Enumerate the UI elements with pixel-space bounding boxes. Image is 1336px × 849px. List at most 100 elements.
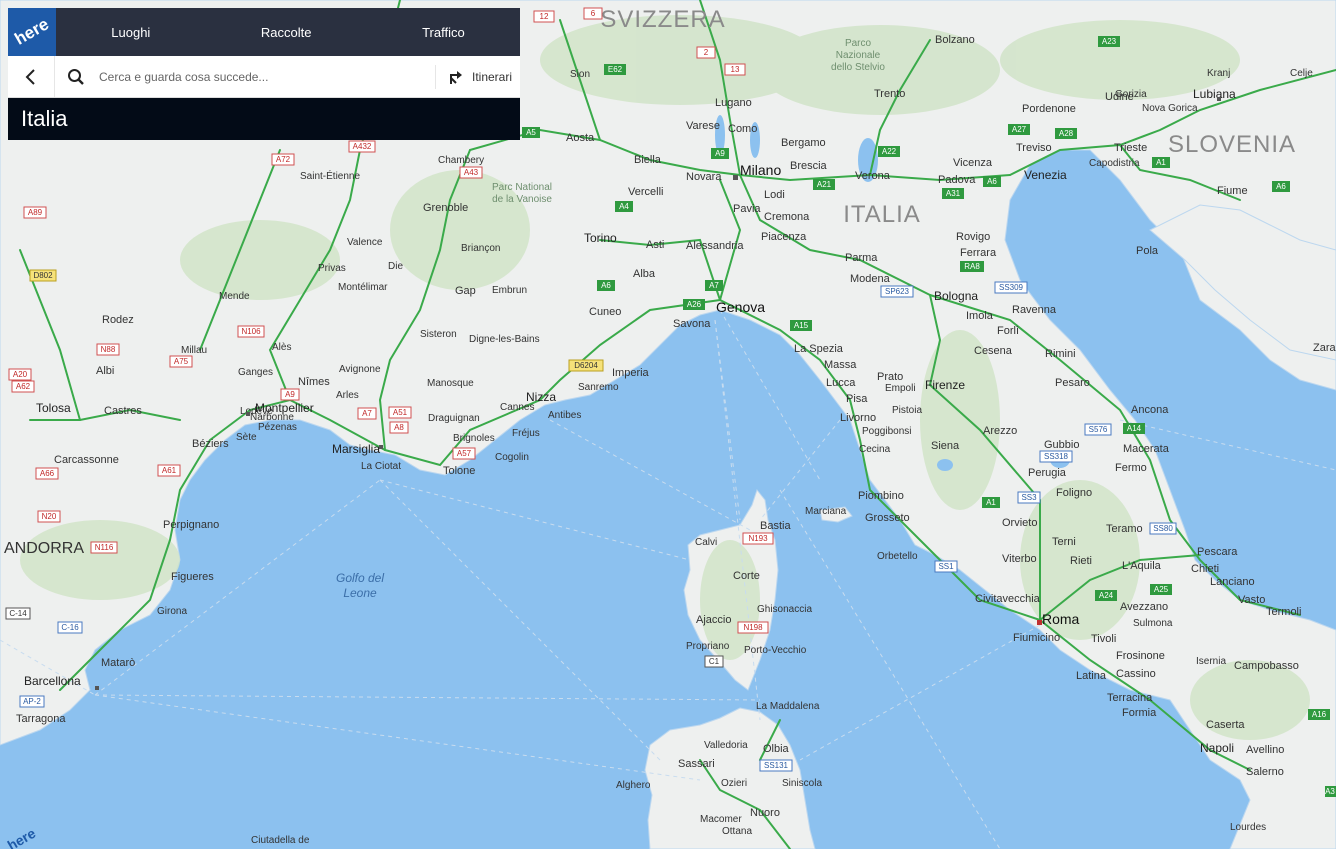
svg-text:Draguignan: Draguignan xyxy=(428,413,480,424)
badge-a28: A28 xyxy=(1055,128,1077,139)
svg-text:Ghisonaccia: Ghisonaccia xyxy=(757,604,812,615)
badge-a72: A72 xyxy=(271,153,295,166)
chevron-left-icon xyxy=(25,68,35,85)
routes-button[interactable]: Itinerari xyxy=(434,64,520,89)
badge-13: 13 xyxy=(724,63,746,76)
svg-text:Lourdes: Lourdes xyxy=(1230,822,1266,833)
svg-text:A15: A15 xyxy=(794,321,809,330)
svg-text:Vasto: Vasto xyxy=(1238,594,1265,606)
svg-text:La Spezia: La Spezia xyxy=(794,343,844,355)
svg-text:Savona: Savona xyxy=(673,318,711,330)
svg-text:Sisteron: Sisteron xyxy=(420,329,457,340)
nav-tab-traffico[interactable]: Traffico xyxy=(422,25,465,40)
top-navigation: here Luoghi Raccolte Traffico xyxy=(8,8,520,56)
svg-text:Gubbio: Gubbio xyxy=(1044,439,1079,451)
svg-text:Propriano: Propriano xyxy=(686,641,730,652)
badge-ss3: SS3 xyxy=(1017,491,1041,504)
svg-text:Imola: Imola xyxy=(966,310,994,322)
badge-s576: S576 xyxy=(1084,423,1112,436)
svg-text:Sulmona: Sulmona xyxy=(1133,618,1173,629)
svg-text:Poggibonsi: Poggibonsi xyxy=(862,426,911,437)
svg-text:Ancona: Ancona xyxy=(1131,404,1169,416)
svg-text:SS3: SS3 xyxy=(1021,493,1037,502)
badge-a7fr: A7 xyxy=(357,407,377,420)
svg-text:Avignone: Avignone xyxy=(339,364,381,375)
badge-a20: A20 xyxy=(8,368,32,381)
badge-a31: A31 xyxy=(942,188,964,199)
svg-text:Pisa: Pisa xyxy=(846,393,868,405)
svg-text:L'Aquila: L'Aquila xyxy=(1122,560,1162,572)
svg-text:Isernia: Isernia xyxy=(1196,656,1226,667)
svg-text:Venezia: Venezia xyxy=(1024,168,1067,182)
svg-text:Forlì: Forlì xyxy=(997,325,1019,337)
sea-label-line1: Golfo del xyxy=(336,571,384,585)
svg-text:Prato: Prato xyxy=(877,371,903,383)
svg-text:Olbia: Olbia xyxy=(763,743,790,755)
svg-text:Narbonne: Narbonne xyxy=(250,412,294,423)
badge-ss318: SS318 xyxy=(1039,450,1073,463)
svg-text:N198: N198 xyxy=(743,623,763,632)
svg-text:A57: A57 xyxy=(457,449,472,458)
svg-text:A8: A8 xyxy=(394,423,404,432)
svg-text:Livorno: Livorno xyxy=(840,412,876,424)
badge-ra8: RA8 xyxy=(960,261,984,272)
svg-text:Tolosa: Tolosa xyxy=(36,401,71,415)
svg-text:Rieti: Rieti xyxy=(1070,555,1092,567)
svg-text:Alès: Alès xyxy=(272,342,291,353)
svg-text:Rodez: Rodez xyxy=(102,314,134,326)
badge-a51: A51 xyxy=(388,406,412,419)
svg-text:Trento: Trento xyxy=(874,88,905,100)
svg-text:Vicenza: Vicenza xyxy=(953,157,993,169)
svg-text:Cogolin: Cogolin xyxy=(495,452,529,463)
country-label-slovenia: SLOVENIA xyxy=(1168,131,1296,158)
svg-text:A3: A3 xyxy=(1325,787,1335,796)
back-button[interactable] xyxy=(8,56,55,97)
badge-a3: A3 xyxy=(1325,786,1336,797)
svg-text:Parma: Parma xyxy=(845,252,878,264)
badge-a5: A5 xyxy=(522,127,540,138)
badge-a16: A16 xyxy=(1308,709,1330,720)
svg-text:Orbetello: Orbetello xyxy=(877,551,918,562)
svg-text:C1: C1 xyxy=(709,657,720,666)
badge-a43: A43 xyxy=(459,166,483,179)
svg-text:Piombino: Piombino xyxy=(858,490,904,502)
svg-text:Gorizia: Gorizia xyxy=(1115,89,1147,100)
svg-text:Ozieri: Ozieri xyxy=(721,778,747,789)
badge-a6: A6 xyxy=(597,280,615,291)
nav-tabs: Luoghi Raccolte Traffico xyxy=(56,25,520,40)
nav-tab-raccolte[interactable]: Raccolte xyxy=(261,25,312,40)
svg-text:Briançon: Briançon xyxy=(461,243,500,254)
svg-text:Varese: Varese xyxy=(686,120,720,132)
svg-text:Treviso: Treviso xyxy=(1016,142,1052,154)
badge-c14: C-14 xyxy=(5,607,31,620)
svg-text:A7: A7 xyxy=(709,281,719,290)
here-logo[interactable]: here xyxy=(8,8,56,56)
badge-12: 12 xyxy=(533,10,555,23)
svg-text:RA8: RA8 xyxy=(964,262,980,271)
search-input[interactable] xyxy=(97,60,435,93)
badge-ap2: AP-2 xyxy=(19,695,45,708)
svg-text:Ferrara: Ferrara xyxy=(960,247,997,259)
svg-text:Chieti: Chieti xyxy=(1191,563,1219,575)
nav-tab-luoghi[interactable]: Luoghi xyxy=(111,25,150,40)
svg-text:Sion: Sion xyxy=(570,69,590,80)
svg-text:Valledoria: Valledoria xyxy=(704,740,748,751)
svg-text:Ottana: Ottana xyxy=(722,826,752,837)
svg-text:Cremona: Cremona xyxy=(764,211,810,223)
svg-text:Trieste: Trieste xyxy=(1114,142,1147,154)
svg-text:A61: A61 xyxy=(162,466,177,475)
svg-text:Imperia: Imperia xyxy=(612,367,650,379)
svg-text:A7: A7 xyxy=(362,409,372,418)
svg-text:A24: A24 xyxy=(1099,591,1114,600)
badge-n116: N116 xyxy=(90,541,118,554)
svg-text:Fréjus: Fréjus xyxy=(512,428,540,439)
svg-text:Béziers: Béziers xyxy=(192,438,229,450)
svg-text:Ravenna: Ravenna xyxy=(1012,304,1057,316)
svg-text:Bolzano: Bolzano xyxy=(935,34,975,46)
svg-text:A6: A6 xyxy=(1276,182,1286,191)
svg-text:La Maddalena: La Maddalena xyxy=(756,701,820,712)
svg-text:Ciutadella de: Ciutadella de xyxy=(251,835,310,846)
badge-a1s: A1 xyxy=(1152,157,1170,168)
svg-text:Vercelli: Vercelli xyxy=(628,186,663,198)
badge-ss1: SS1 xyxy=(934,560,958,573)
